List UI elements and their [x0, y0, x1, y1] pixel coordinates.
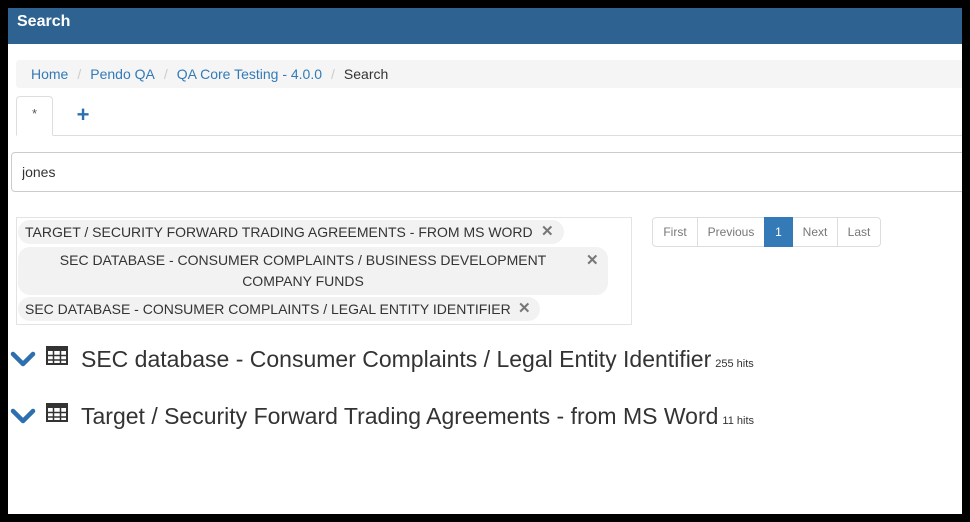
filter-chip: TARGET / SECURITY FORWARD TRADING AGREEM… [18, 220, 564, 244]
result-title-text: SEC database - Consumer Complaints / Leg… [81, 346, 712, 372]
breadcrumb-separator: / [77, 66, 82, 82]
pagination: First Previous 1 Next Last [652, 217, 881, 247]
search-window: Search Home / Pendo QA / QA Core Testing… [8, 8, 962, 514]
chevron-down-icon[interactable] [10, 401, 36, 436]
filter-list: TARGET / SECURITY FORWARD TRADING AGREEM… [16, 217, 632, 325]
query-tabs: * + [16, 96, 962, 136]
breadcrumb-current: Search [343, 66, 389, 82]
pager-page-current[interactable]: 1 [764, 217, 793, 247]
close-icon[interactable]: ✕ [586, 250, 599, 271]
window-title: Search [17, 13, 71, 30]
result-hit-count: 11 hits [722, 415, 755, 427]
pager-first-button[interactable]: First [652, 217, 698, 247]
table-icon [46, 403, 68, 428]
chevron-down-icon[interactable] [10, 344, 36, 379]
filter-chip: SEC DATABASE - CONSUMER COMPLAINTS / BUS… [18, 247, 608, 295]
result-hit-count: 255 hits [715, 358, 754, 370]
search-input[interactable] [11, 152, 962, 192]
plus-icon: + [76, 102, 90, 127]
result-title-text: Target / Security Forward Trading Agreem… [81, 403, 719, 429]
close-icon[interactable]: ✕ [541, 220, 554, 244]
breadcrumb: Home / Pendo QA / QA Core Testing - 4.0.… [16, 60, 962, 88]
filter-chip-label: TARGET / SECURITY FORWARD TRADING AGREEM… [25, 224, 533, 240]
table-icon [46, 346, 68, 371]
filter-chip-label: SEC DATABASE - CONSUMER COMPLAINTS / BUS… [59, 252, 547, 289]
tab-active-query[interactable]: * [16, 96, 53, 136]
breadcrumb-pendo-qa[interactable]: Pendo QA [90, 60, 155, 88]
filter-chip: SEC DATABASE - CONSUMER COMPLAINTS / LEG… [18, 297, 540, 321]
breadcrumb-separator: / [331, 66, 335, 82]
pager-next-button[interactable]: Next [792, 217, 838, 247]
filter-chip-label: SEC DATABASE - CONSUMER COMPLAINTS / LEG… [25, 301, 511, 317]
breadcrumb-home[interactable]: Home [31, 60, 68, 88]
add-tab-button[interactable]: + [71, 104, 95, 128]
breadcrumb-separator: / [163, 66, 168, 82]
pager-previous-button[interactable]: Previous [697, 217, 765, 247]
pager-last-button[interactable]: Last [837, 217, 881, 247]
title-bar: Search [8, 8, 962, 44]
close-icon[interactable]: ✕ [518, 297, 531, 321]
result-title[interactable]: SEC database - Consumer Complaints / Leg… [81, 344, 754, 379]
breadcrumb-qa-core-testing[interactable]: QA Core Testing - 4.0.0 [177, 60, 322, 88]
result-title[interactable]: Target / Security Forward Trading Agreem… [81, 401, 754, 436]
